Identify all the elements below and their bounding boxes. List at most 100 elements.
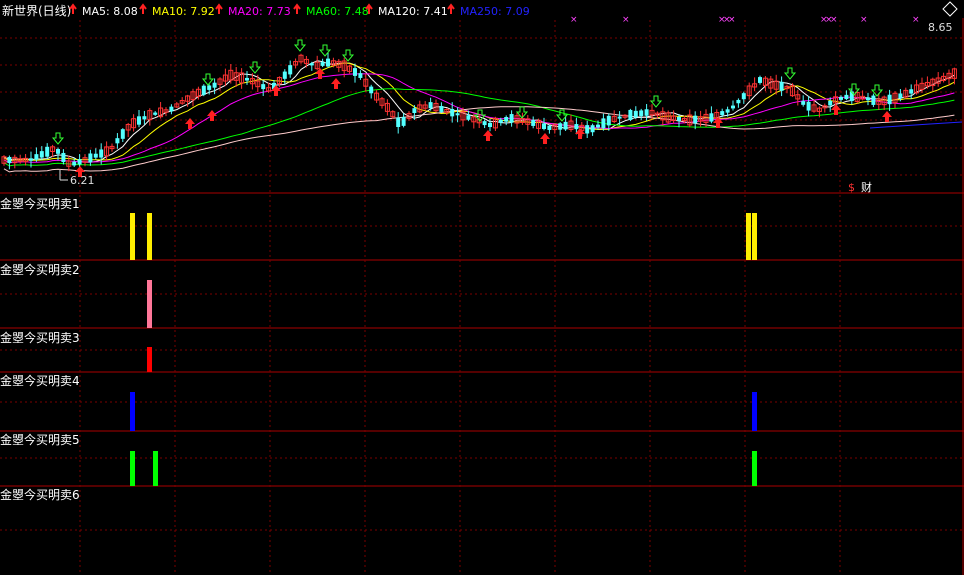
candle-body-down [455, 113, 460, 116]
sell-arrow-icon [51, 132, 65, 145]
candle-body-down [153, 112, 158, 115]
ma-up-arrow-icon [447, 3, 455, 14]
indicator-bar [746, 213, 751, 260]
candle-body-down [369, 86, 374, 94]
ma-up-arrow-icon [215, 3, 223, 14]
candle-body-down [909, 89, 914, 94]
candle-body-down [542, 123, 546, 130]
event-x-marker: × [912, 15, 920, 25]
candle-body-down [201, 85, 206, 95]
ma-legend-3: MA20: 7.73 [228, 5, 291, 18]
indicator-bar [130, 213, 135, 260]
candle-body-down [358, 73, 363, 78]
panel-label-5: 金曌今买明卖5 [0, 432, 80, 447]
candle-body-down [504, 117, 509, 122]
panel-label-3: 金曌今买明卖3 [0, 330, 80, 345]
ma-legend-2: MA10: 7.92 [152, 5, 215, 18]
candle-body-down [93, 153, 98, 158]
finance-dollar-icon[interactable]: $ [848, 181, 855, 194]
candle-body-down [77, 159, 82, 165]
candle-body-down [207, 85, 212, 90]
indicator-bar [752, 213, 757, 260]
candle-body-down [99, 149, 104, 158]
candle-body-down [482, 121, 487, 126]
ma-legend-6: MA250: 7.09 [460, 5, 530, 18]
indicator-bar [752, 451, 757, 486]
ma-up-arrow-icon [139, 3, 147, 14]
event-x-marker: × [728, 15, 736, 25]
candle-body-down [758, 77, 762, 83]
candle-body-down [509, 114, 514, 123]
candle-body-down [590, 125, 595, 133]
candle-body-down [439, 106, 444, 112]
stock-title: 新世界(日线) [2, 3, 71, 18]
event-x-marker: × [570, 15, 578, 25]
ma-up-arrow-icon [293, 3, 301, 14]
candle-body-down [828, 100, 833, 106]
candle-body-down [871, 95, 876, 105]
indicator-bar [752, 392, 757, 431]
candle-body-down [531, 119, 536, 126]
candle-body-down [574, 124, 579, 130]
panel-label-2: 金曌今买明卖2 [0, 262, 80, 277]
candle-body-down [326, 58, 330, 67]
panel-label-4: 金曌今买明卖4 [0, 373, 80, 388]
stock-chart[interactable]: × × ××× ××× × × 新世界(日线) MA5: 8.08 MA10: 7.92 MA… [0, 0, 964, 575]
ma10-line [3, 62, 955, 162]
high-price-label: 8.65 [928, 21, 953, 34]
event-x-marker: × [830, 15, 838, 25]
candle-body-down [677, 116, 681, 121]
candle-body-down [88, 153, 93, 163]
event-x-marker: × [860, 15, 868, 25]
event-x-marker: × [622, 15, 630, 25]
indicator-bar [130, 451, 135, 486]
candle-body-down [39, 151, 44, 158]
candle-body-down [120, 129, 125, 139]
finance-badge[interactable]: 财 [861, 180, 872, 194]
buy-arrow-icon [483, 130, 493, 141]
indicator-bar [153, 451, 158, 486]
candle-body-down [844, 94, 849, 100]
candle-body-down [115, 138, 120, 144]
candle-body-down [169, 106, 174, 112]
candle-body-down [353, 68, 357, 76]
candle-body-down [288, 65, 293, 75]
candle-body-down [887, 94, 892, 105]
candle-body-down [866, 97, 870, 101]
candlesticks[interactable] [1, 52, 957, 172]
candle-body-down [320, 62, 325, 66]
indicator-bar [147, 213, 152, 260]
candle-body-down [547, 125, 552, 130]
candle-body-down [633, 110, 638, 118]
candle-body-down [309, 63, 314, 66]
indicator-bar [130, 392, 135, 431]
candle-body-down [498, 119, 503, 123]
ma-legend-5: MA120: 7.41 [378, 5, 448, 18]
candle-body-down [563, 121, 568, 130]
candle-body-down [142, 116, 147, 120]
ma-legend-1: MA5: 8.08 [82, 5, 138, 18]
indicator-bar [147, 347, 152, 372]
sell-arrow-icon [201, 73, 215, 86]
candle-body-down [731, 105, 735, 109]
candle-body-down [585, 125, 590, 134]
chart-frame [0, 18, 964, 575]
candle-body-down [709, 113, 714, 122]
ma-legend: MA5: 8.08 MA10: 7.92 MA20: 7.73 MA60: 7.48 M… [69, 3, 530, 18]
sell-arrow-icon [293, 39, 307, 52]
low-price-label: 6.21 [70, 174, 95, 187]
candle-body-down [450, 108, 455, 117]
candle-body-down [396, 117, 401, 127]
buy-arrow-icon [331, 78, 341, 89]
candle-body-down [639, 110, 644, 117]
candle-body-down [7, 156, 12, 164]
diamond-icon[interactable] [942, 1, 958, 17]
sell-arrow-icon [783, 67, 797, 80]
candle-body-down [488, 122, 492, 128]
candle-body-down [898, 93, 903, 99]
candle-body-down [29, 158, 33, 161]
candle-body-down [801, 101, 806, 105]
candle-body-down [601, 118, 606, 129]
candle-body-down [558, 123, 563, 130]
candle-body-down [428, 102, 433, 109]
